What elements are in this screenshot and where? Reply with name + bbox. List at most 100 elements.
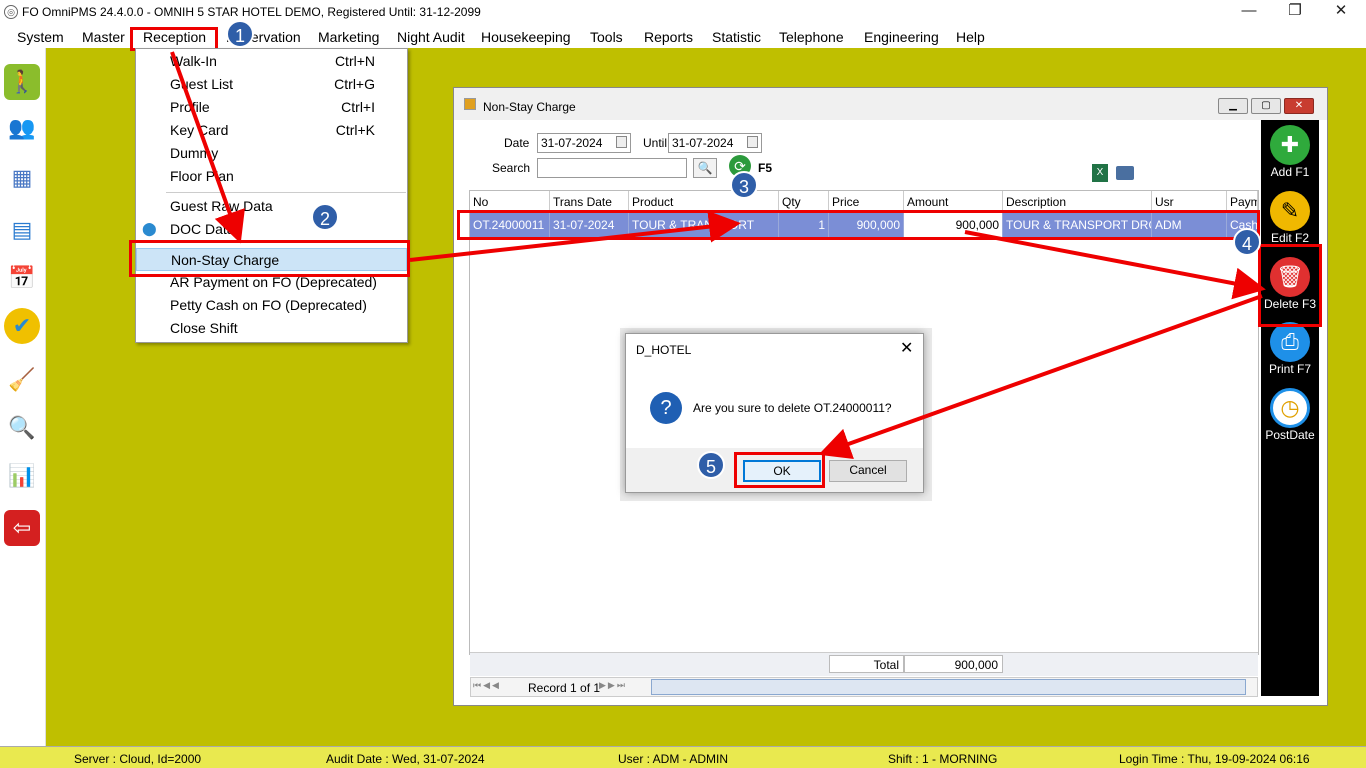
record-navigator: ⏮◀◀ Record 1 of 1 ▶▶⏭	[470, 677, 1258, 697]
status-bar: Server : Cloud, Id=2000 Audit Date : Wed…	[0, 746, 1366, 768]
dialog-close-icon[interactable]: ✕	[900, 338, 913, 358]
housekeeping-icon[interactable]: 🧹	[4, 362, 40, 398]
step-badge-2: 2	[311, 203, 339, 231]
column-header-product[interactable]: Product	[629, 191, 779, 211]
left-toolbar: 🚶 👥 ▦ ▤ 📅 ✔ 🧹 🔍 📊 ⇦	[0, 48, 46, 746]
record-counter: Record 1 of 1	[528, 681, 601, 695]
step-badge-3: 3	[730, 171, 758, 199]
nav-next-last-icons[interactable]: ▶▶⏭	[599, 680, 627, 691]
menu-guest-raw-data[interactable]: Guest Raw Data	[136, 195, 407, 218]
until-input[interactable]: 31-07-2024	[668, 133, 762, 153]
step-badge-5: 5	[697, 451, 725, 479]
column-header-price[interactable]: Price	[829, 191, 904, 211]
location-pin-icon: ⬤	[142, 221, 157, 236]
add-button[interactable]: ✚ Add F1	[1261, 120, 1319, 184]
until-label: Until	[643, 136, 668, 150]
menu-night-audit[interactable]: Night Audit	[397, 29, 465, 45]
calendar-picker-icon[interactable]	[616, 136, 627, 148]
close-button[interactable]: ✕	[1318, 0, 1364, 24]
app-icon: ◎	[4, 5, 18, 19]
edit-icon: ✎	[1270, 191, 1310, 231]
walk-in-icon[interactable]: 🚶	[4, 64, 40, 100]
clock-icon: ◷	[1270, 388, 1310, 428]
column-header-description[interactable]: Description	[1003, 191, 1152, 211]
total-value: 900,000	[904, 655, 1003, 673]
menu-reports[interactable]: Reports	[644, 29, 693, 45]
menu-dummy[interactable]: Dummy	[136, 142, 407, 165]
annotation-box-row	[457, 210, 1260, 240]
question-icon: ?	[650, 392, 682, 424]
menu-doc-data[interactable]: ⬤ DOC Data	[136, 218, 407, 241]
postdate-button[interactable]: ◷ PostDate	[1261, 383, 1319, 447]
nonstay-close[interactable]: ✕	[1284, 98, 1314, 114]
annotation-box-non-stay	[129, 240, 410, 277]
search-label: Search	[492, 161, 531, 175]
refresh-shortcut: F5	[758, 161, 773, 175]
menu-marketing[interactable]: Marketing	[318, 29, 379, 45]
menu-tools[interactable]: Tools	[590, 29, 623, 45]
calendar-picker-icon[interactable]	[747, 136, 758, 148]
status-login-time: Login Time : Thu, 19-09-2024 06:16	[1119, 752, 1310, 766]
guests-icon[interactable]: 👥	[4, 110, 40, 146]
column-header-qty[interactable]: Qty	[779, 191, 829, 211]
menu-profile[interactable]: Profile Ctrl+I	[136, 96, 407, 119]
annotation-box-ok	[734, 452, 825, 488]
dialog-message: Are you sure to delete OT.24000011?	[693, 401, 892, 415]
date-input[interactable]: 31-07-2024	[537, 133, 631, 153]
reception-dropdown: Walk-In Ctrl+N Guest List Ctrl+G Profile Ct…	[135, 48, 408, 343]
horizontal-scrollbar[interactable]	[651, 679, 1246, 695]
column-header-amount[interactable]: Amount	[904, 191, 1003, 211]
menu-floor-plan[interactable]: Floor Plan	[136, 165, 407, 188]
column-header-paym[interactable]: Paym	[1227, 191, 1258, 211]
menu-telephone[interactable]: Telephone	[779, 29, 844, 45]
window-title: FO OmniPMS 24.4.0.0 - OMNIH 5 STAR HOTEL…	[22, 5, 481, 19]
title-bar: ◎ FO OmniPMS 24.4.0.0 - OMNIH 5 STAR HOT…	[0, 0, 1366, 24]
menu-statistic[interactable]: Statistic	[712, 29, 761, 45]
total-label: Total	[829, 655, 904, 673]
cancel-button[interactable]: Cancel	[829, 460, 907, 482]
print-icon: ⎙	[1270, 322, 1310, 362]
column-header-no[interactable]: No	[470, 191, 550, 211]
menu-petty-cash[interactable]: Petty Cash on FO (Deprecated)	[136, 294, 407, 317]
nonstay-maximize[interactable]: ▢	[1251, 98, 1281, 114]
calendar-grid-icon[interactable]: ▤	[4, 212, 40, 248]
annotation-box-delete	[1258, 244, 1322, 327]
right-toolbar: ✚ Add F1 ✎ Edit F2 🗑 Delete F3 ⎙ Print F…	[1261, 120, 1319, 696]
maximize-button[interactable]: ❐	[1272, 0, 1318, 24]
search-analytics-icon[interactable]: 🔍	[4, 410, 40, 446]
column-header-trans-date[interactable]: Trans Date	[550, 191, 629, 211]
step-badge-4: 4	[1233, 228, 1261, 256]
date-label: Date	[504, 136, 530, 150]
menu-housekeeping[interactable]: Housekeeping	[481, 29, 571, 45]
available-badge-icon[interactable]: ✔	[4, 308, 40, 344]
menu-master[interactable]: Master	[82, 29, 125, 45]
calendar-icon[interactable]: 📅	[4, 260, 40, 296]
chart-icon[interactable]: 📊	[4, 458, 40, 494]
dialog-title: D_HOTEL	[636, 343, 692, 357]
menu-close-shift[interactable]: Close Shift	[136, 317, 407, 340]
nav-first-prev-icons[interactable]: ⏮◀◀	[473, 680, 501, 691]
search-input[interactable]	[537, 158, 687, 178]
search-icon[interactable]: 🔍	[693, 158, 717, 178]
step-badge-1: 1	[226, 20, 254, 48]
status-user: User : ADM - ADMIN	[618, 752, 729, 766]
menu-key-card[interactable]: Key Card Ctrl+K	[136, 119, 407, 142]
nonstay-minimize[interactable]: ▁	[1218, 98, 1248, 114]
excel-export-icon[interactable]: X	[1092, 164, 1108, 182]
exit-icon[interactable]: ⇦	[4, 510, 40, 546]
edit-button[interactable]: ✎ Edit F2	[1261, 186, 1319, 250]
menu-guest-list[interactable]: Guest List Ctrl+G	[136, 73, 407, 96]
minimize-button[interactable]: —	[1226, 0, 1272, 24]
add-icon: ✚	[1270, 125, 1310, 165]
printer-icon[interactable]	[1116, 166, 1134, 180]
nonstay-title-bar: Non-Stay Charge ▁ ▢ ✕	[454, 88, 1327, 120]
nonstay-title: Non-Stay Charge	[483, 100, 576, 114]
menu-help[interactable]: Help	[956, 29, 985, 45]
floor-plan-icon[interactable]: ▦	[4, 160, 40, 196]
menu-engineering[interactable]: Engineering	[864, 29, 939, 45]
menu-system[interactable]: System	[17, 29, 64, 45]
column-header-usr[interactable]: Usr	[1152, 191, 1227, 211]
status-shift: Shift : 1 - MORNING	[888, 752, 998, 766]
status-server: Server : Cloud, Id=2000	[74, 752, 202, 766]
menu-walk-in[interactable]: Walk-In Ctrl+N	[136, 50, 407, 73]
